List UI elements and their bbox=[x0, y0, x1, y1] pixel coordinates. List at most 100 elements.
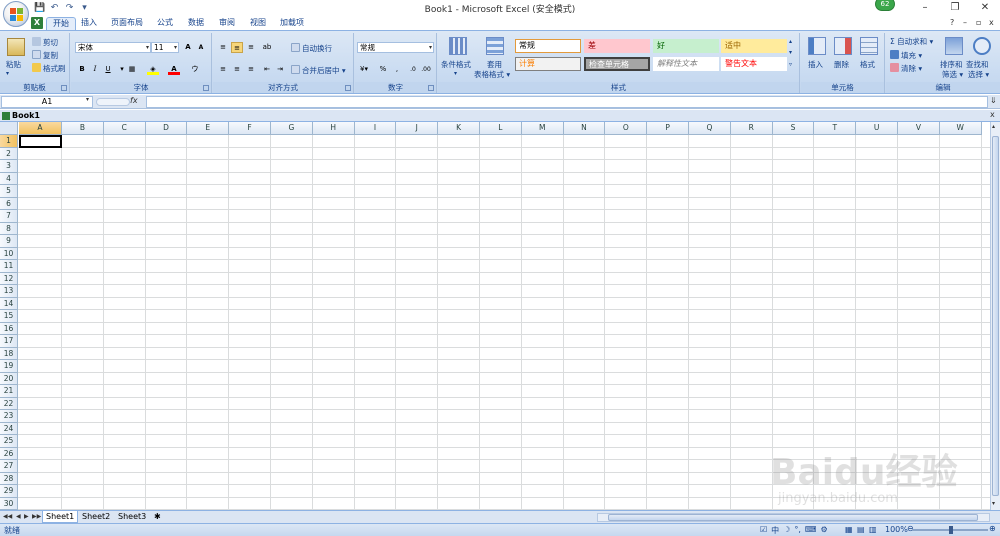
row-header-19[interactable]: 19 bbox=[0, 360, 18, 373]
find-select-label-1[interactable]: 查找和 bbox=[966, 60, 989, 70]
font-size-select[interactable]: 11 ▾ bbox=[151, 42, 179, 53]
row-header-24[interactable]: 24 bbox=[0, 422, 18, 435]
copy-button[interactable]: 复制 bbox=[32, 50, 58, 61]
sheet-tab-3[interactable]: Sheet3 bbox=[115, 511, 149, 523]
zoom-in-icon[interactable]: ⊕ bbox=[989, 524, 996, 533]
alignment-launcher-icon[interactable] bbox=[345, 85, 351, 91]
row-header-7[interactable]: 7 bbox=[0, 210, 18, 223]
style-warning[interactable]: 警告文本 bbox=[721, 57, 787, 71]
styles-more-icon[interactable]: ▿ bbox=[789, 60, 792, 70]
column-header-i[interactable]: I bbox=[354, 122, 397, 135]
name-box-dropdown-icon[interactable]: ▾ bbox=[86, 96, 89, 103]
row-header-6[interactable]: 6 bbox=[0, 197, 18, 210]
next-sheet-icon[interactable]: ▶ bbox=[24, 513, 29, 520]
column-header-g[interactable]: G bbox=[271, 122, 313, 135]
minimize-button[interactable]: – bbox=[910, 0, 940, 16]
style-check-cell[interactable]: 检查单元格 bbox=[584, 57, 650, 71]
conditional-format-icon[interactable] bbox=[449, 37, 467, 55]
row-header-9[interactable]: 9 bbox=[0, 235, 18, 248]
office-button[interactable] bbox=[3, 1, 29, 27]
style-normal[interactable]: 常规 bbox=[515, 39, 581, 53]
row-header-4[interactable]: 4 bbox=[0, 172, 18, 185]
scroll-up-icon[interactable]: ▴ bbox=[992, 123, 995, 130]
table-format-label-1[interactable]: 套用 bbox=[487, 60, 502, 70]
tab-view[interactable]: 视图 bbox=[250, 17, 266, 30]
ime-language[interactable]: 中 bbox=[771, 525, 779, 536]
row-header-10[interactable]: 10 bbox=[0, 247, 18, 260]
row-header-25[interactable]: 25 bbox=[0, 435, 18, 448]
wrap-text-button[interactable]: 自动换行 bbox=[291, 43, 332, 54]
clipboard-launcher-icon[interactable] bbox=[61, 85, 67, 91]
tab-data[interactable]: 数据 bbox=[188, 17, 204, 30]
format-painter-button[interactable]: 格式刷 bbox=[32, 63, 66, 74]
insert-cells-icon[interactable] bbox=[808, 37, 826, 55]
sheet-tab-1[interactable]: Sheet1 bbox=[42, 511, 79, 523]
percent-button[interactable]: % bbox=[377, 64, 389, 75]
horizontal-scroll-thumb[interactable] bbox=[608, 514, 978, 521]
grow-font-button[interactable]: A bbox=[182, 42, 194, 53]
align-top-icon[interactable]: ≡ bbox=[217, 42, 229, 53]
styles-scroll-up-icon[interactable]: ▴ bbox=[789, 37, 792, 47]
column-header-v[interactable]: V bbox=[898, 122, 940, 135]
paste-icon[interactable] bbox=[7, 38, 25, 56]
last-sheet-icon[interactable]: ▶▶ bbox=[32, 513, 41, 520]
input-method-icon[interactable]: ☑ bbox=[760, 525, 767, 536]
punctuation-icon[interactable]: °, bbox=[794, 525, 801, 536]
tab-formulas[interactable]: 公式 bbox=[157, 17, 173, 30]
formula-bar-splitter[interactable] bbox=[96, 98, 130, 106]
row-header-2[interactable]: 2 bbox=[0, 147, 18, 160]
column-header-d[interactable]: D bbox=[145, 122, 188, 135]
row-header-23[interactable]: 23 bbox=[0, 410, 18, 423]
shrink-font-button[interactable]: A bbox=[195, 42, 207, 53]
fill-color-icon[interactable]: ◈ bbox=[147, 64, 159, 75]
row-header-13[interactable]: 13 bbox=[0, 285, 18, 298]
column-header-f[interactable]: F bbox=[229, 122, 271, 135]
column-header-l[interactable]: L bbox=[480, 122, 522, 135]
column-header-h[interactable]: H bbox=[312, 122, 355, 135]
insert-sheet-icon[interactable]: ✱ bbox=[151, 511, 164, 523]
row-header-17[interactable]: 17 bbox=[0, 335, 18, 348]
find-select-label-2[interactable]: 选择 ▾ bbox=[968, 70, 989, 80]
row-header-3[interactable]: 3 bbox=[0, 160, 18, 173]
insert-function-icon[interactable]: fx bbox=[130, 96, 138, 105]
column-header-u[interactable]: U bbox=[856, 122, 898, 135]
ribbon-restore-icon[interactable]: ▫ bbox=[976, 18, 981, 27]
column-header-k[interactable]: K bbox=[438, 122, 480, 135]
column-header-m[interactable]: M bbox=[521, 122, 564, 135]
row-header-21[interactable]: 21 bbox=[0, 385, 18, 398]
column-header-b[interactable]: B bbox=[62, 122, 104, 135]
merge-center-button[interactable]: 合并后居中 ▾ bbox=[291, 65, 346, 76]
column-header-r[interactable]: R bbox=[730, 122, 773, 135]
restore-button[interactable]: ❐ bbox=[940, 0, 970, 16]
vertical-scroll-thumb[interactable] bbox=[992, 136, 999, 496]
style-calculation[interactable]: 计算 bbox=[515, 57, 581, 71]
column-header-n[interactable]: N bbox=[563, 122, 606, 135]
tab-addins[interactable]: 加载项 bbox=[280, 17, 304, 30]
styles-scroll-down-icon[interactable]: ▾ bbox=[789, 48, 792, 58]
column-header-q[interactable]: Q bbox=[689, 122, 731, 135]
border-icon[interactable]: ▦ bbox=[126, 64, 138, 75]
delete-cells-button[interactable]: 删除 bbox=[834, 60, 849, 70]
currency-icon[interactable]: ¥▾ bbox=[358, 64, 370, 75]
align-right-icon[interactable]: ≡ bbox=[245, 64, 257, 75]
expand-formula-bar-icon[interactable]: ⇓ bbox=[990, 96, 997, 105]
paste-dropdown-icon[interactable]: ▾ bbox=[6, 69, 9, 79]
normal-view-icon[interactable]: ▦ bbox=[845, 525, 853, 534]
insert-cells-button[interactable]: 插入 bbox=[808, 60, 823, 70]
prev-sheet-icon[interactable]: ◀ bbox=[16, 513, 21, 520]
ribbon-minimize-icon[interactable]: – bbox=[963, 18, 967, 27]
delete-cells-icon[interactable] bbox=[834, 37, 852, 55]
row-header-11[interactable]: 11 bbox=[0, 260, 18, 273]
comma-button[interactable]: , bbox=[391, 64, 403, 75]
row-header-8[interactable]: 8 bbox=[0, 222, 18, 235]
align-bottom-icon[interactable]: ≡ bbox=[245, 42, 257, 53]
column-header-o[interactable]: O bbox=[605, 122, 648, 135]
ribbon-close-icon[interactable]: x bbox=[989, 18, 994, 27]
align-left-icon[interactable]: ≡ bbox=[217, 64, 229, 75]
row-header-27[interactable]: 27 bbox=[0, 460, 18, 473]
column-header-w[interactable]: W bbox=[939, 122, 982, 135]
orientation-icon[interactable]: ab bbox=[261, 42, 273, 53]
italic-button[interactable]: I bbox=[89, 64, 101, 75]
row-header-16[interactable]: 16 bbox=[0, 322, 18, 335]
find-select-icon[interactable] bbox=[973, 37, 991, 55]
